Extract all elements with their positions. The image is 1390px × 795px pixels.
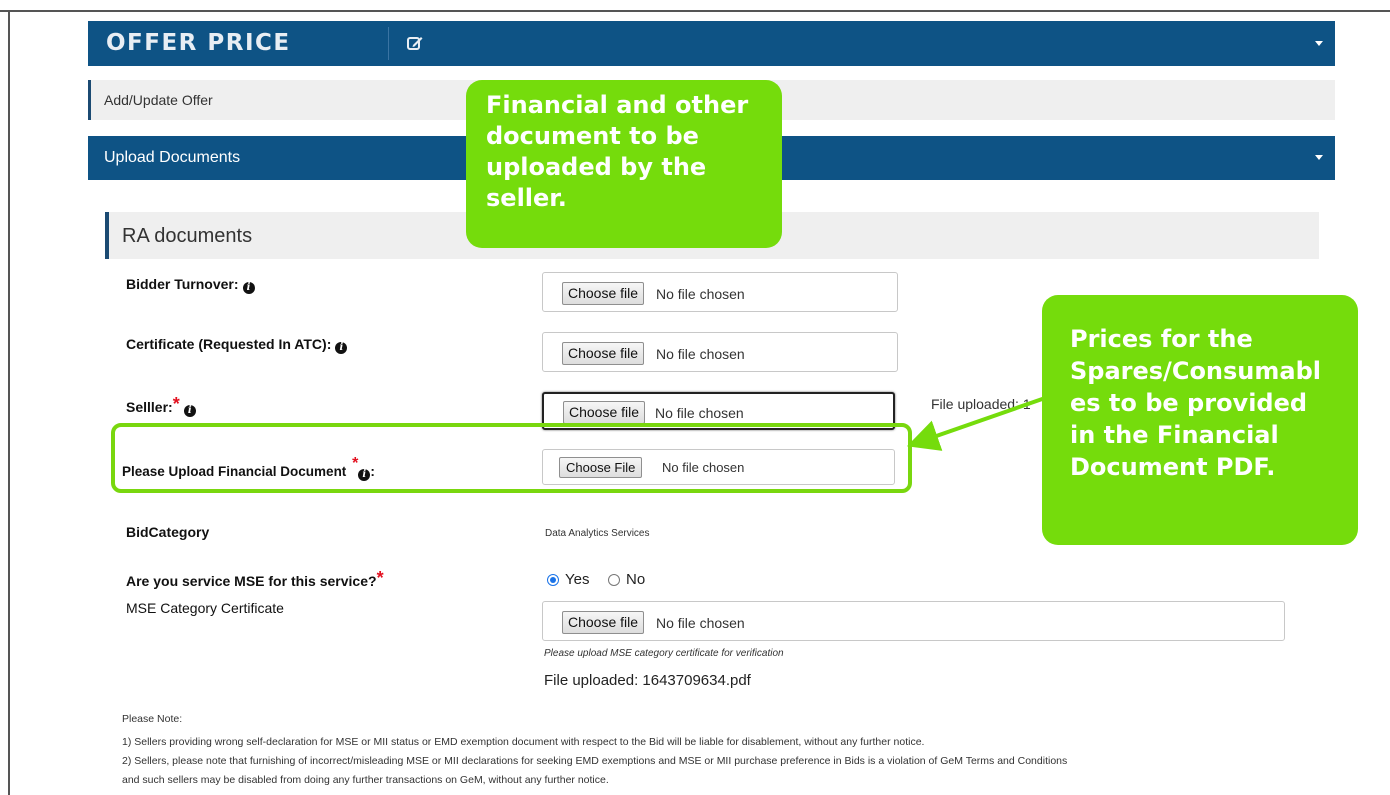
mse-certificate-hint: Please upload MSE category certificate f… <box>544 648 784 659</box>
mse-no-label[interactable]: No <box>626 571 645 588</box>
info-icon[interactable]: i <box>242 282 255 294</box>
documents-callout: Financial and other document to be uploa… <box>466 80 782 248</box>
offer-price-title: OFFER PRICE <box>106 30 291 56</box>
info-icon[interactable]: i <box>183 405 196 417</box>
info-icon[interactable]: i <box>335 342 348 354</box>
info-icon[interactable]: i <box>358 469 371 481</box>
chevron-down-icon[interactable] <box>1315 155 1323 160</box>
choose-file-button[interactable]: Choose file <box>563 401 646 424</box>
certificate-label: Certificate (Requested In ATC): i <box>126 336 348 354</box>
file-status: No file chosen <box>655 405 744 421</box>
file-status: No file chosen <box>656 615 745 631</box>
required-asterisk: * <box>352 455 359 472</box>
note-item: 1) Sellers providing wrong self-declarat… <box>122 736 925 748</box>
financial-document-label: Please Upload Financial Document *i: <box>122 455 375 481</box>
note-item: and such sellers may be disabled from do… <box>122 774 609 786</box>
mse-yes-label[interactable]: Yes <box>565 571 589 588</box>
edit-icon[interactable] <box>406 34 424 52</box>
upload-documents-title: Upload Documents <box>104 149 241 166</box>
choose-file-button[interactable]: Choose file <box>562 282 645 305</box>
bid-category-label: BidCategory <box>126 524 210 540</box>
mse-certificate-label: MSE Category Certificate <box>126 600 284 616</box>
frame-left-border <box>8 10 10 795</box>
chevron-down-icon[interactable] <box>1315 40 1323 46</box>
file-status: No file chosen <box>656 346 745 362</box>
offer-price-header[interactable]: OFFER PRICE <box>88 21 1335 66</box>
choose-file-button[interactable]: Choose file <box>562 342 645 365</box>
choose-file-button[interactable]: Choose File <box>559 457 643 478</box>
mse-yes-radio[interactable] <box>547 574 559 586</box>
seller-label: Selller:* i <box>126 394 196 417</box>
file-status: No file chosen <box>656 286 745 302</box>
bid-category-value: Data Analytics Services <box>545 528 650 539</box>
seller-file-uploaded-text: File uploaded: 1 <box>931 396 1031 412</box>
prices-callout: Prices for the Spares/Consumabl es to be… <box>1042 295 1358 545</box>
financial-document-file-input[interactable]: Choose File No file chosen <box>542 449 895 485</box>
mse-certificate-uploaded: File uploaded: 1643709634.pdf <box>544 672 751 689</box>
file-status: No file chosen <box>662 460 745 475</box>
mse-certificate-file-input[interactable]: Choose file No file chosen <box>542 601 1285 641</box>
choose-file-button[interactable]: Choose file <box>562 611 645 634</box>
certificate-file-input[interactable]: Choose file No file chosen <box>542 332 898 372</box>
required-asterisk: * <box>172 394 180 414</box>
required-asterisk: * <box>376 568 384 588</box>
bidder-turnover-file-input[interactable]: Choose file No file chosen <box>542 272 898 312</box>
add-update-offer-label: Add/Update Offer <box>104 92 213 108</box>
ra-documents-title: RA documents <box>122 225 253 247</box>
note-item: 2) Sellers, please note that furnishing … <box>122 755 1068 767</box>
frame-top-border <box>0 10 1390 12</box>
note-heading: Please Note: <box>122 713 183 725</box>
offer-price-separator <box>388 27 389 60</box>
mse-service-label: Are you service MSE for this service?* <box>126 568 384 589</box>
mse-no-radio[interactable] <box>608 574 620 586</box>
bidder-turnover-label: Bidder Turnover: i <box>126 276 255 294</box>
